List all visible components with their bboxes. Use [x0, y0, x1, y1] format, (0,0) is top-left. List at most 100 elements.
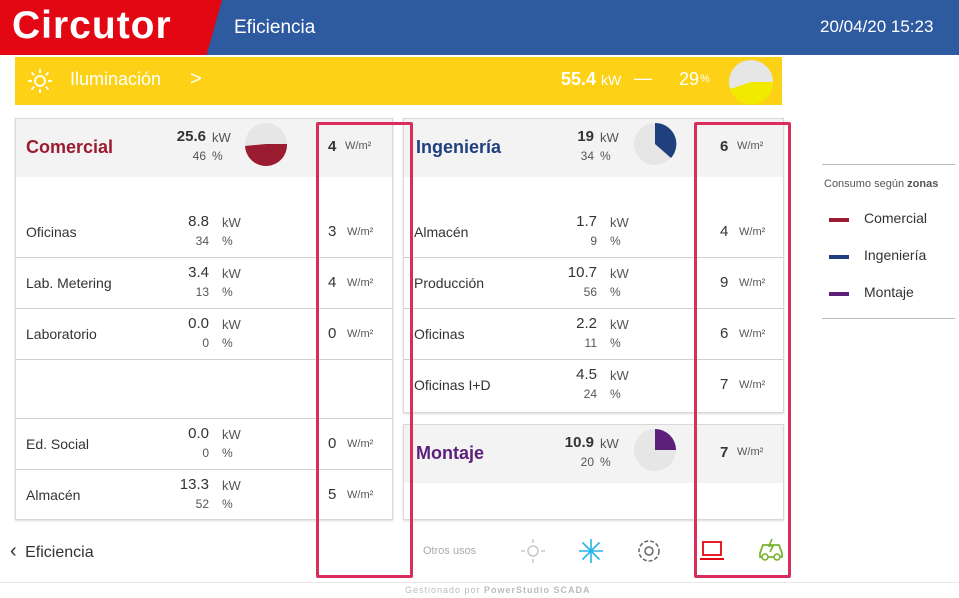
lighting-kw: 55.4 — [561, 69, 597, 89]
assembly-kw-unit: kW — [600, 436, 619, 451]
row-kw: 2.2 — [576, 315, 597, 332]
row-kw-unit: kW — [610, 266, 629, 281]
assembly-pct-unit: % — [600, 455, 611, 469]
laptop-icon[interactable] — [699, 539, 725, 563]
logo-text: Circutor — [12, 4, 172, 47]
lighting-bar[interactable]: Iluminación > 55.4 kW — 29 % — [15, 57, 782, 105]
engineering-pct: 34 — [580, 149, 594, 163]
row-kw-unit: kW — [610, 317, 629, 332]
snowflake-icon[interactable] — [578, 538, 604, 564]
density-highlight-right — [694, 122, 791, 578]
other-uses-label: Otros usos — [423, 545, 477, 557]
row-label: Oficinas — [26, 224, 77, 240]
sun-icon[interactable] — [520, 538, 546, 564]
row-pct: 56 — [583, 285, 597, 299]
row-label: Laboratorio — [26, 326, 97, 342]
row-pct: 11 — [584, 336, 597, 350]
row-label: Almacén — [26, 487, 81, 503]
engineering-pct-unit: % — [600, 149, 611, 163]
commercial-pct-unit: % — [212, 149, 223, 163]
row-pct-unit: % — [222, 336, 233, 350]
commercial-kw: 25.6 — [176, 128, 206, 145]
row-kw: 13.3 — [179, 476, 209, 493]
row-label: Almacén — [414, 224, 469, 240]
row-kw-unit: kW — [610, 215, 629, 230]
sun-icon — [28, 69, 52, 93]
page-title: Eficiencia — [234, 17, 316, 38]
commercial-title: Comercial — [26, 137, 114, 157]
footer-divider — [0, 582, 959, 583]
engineering-kw: 19 — [577, 128, 594, 145]
gear-icon[interactable] — [636, 538, 662, 564]
row-pct: 0 — [202, 336, 209, 350]
row-pct-unit: % — [610, 387, 621, 401]
legend-title: Consumo según zonas — [824, 178, 938, 190]
lighting-dash: — — [634, 68, 652, 88]
row-label: Ed. Social — [26, 436, 90, 452]
row-kw-unit: kW — [222, 478, 241, 493]
assembly-pct: 20 — [580, 455, 594, 469]
row-kw: 4.5 — [576, 366, 597, 383]
ev-charger-icon[interactable] — [757, 537, 785, 563]
assembly-title: Montaje — [416, 443, 485, 463]
lighting-pie — [729, 60, 774, 105]
legend-swatch-engineering — [829, 255, 849, 259]
row-pct: 52 — [195, 497, 209, 511]
row-pct: 24 — [583, 387, 597, 401]
logo: Circutor — [0, 0, 222, 55]
back-button[interactable]: ‹ Eficiencia — [10, 540, 94, 563]
managed-by-text: Gestionado por PowerStudio SCADA — [405, 585, 591, 595]
chevron-left-icon: ‹ — [10, 540, 17, 562]
row-pct: 13 — [195, 285, 209, 299]
engineering-title: Ingeniería — [416, 137, 502, 157]
engineering-kw-unit: kW — [600, 130, 619, 145]
row-pct: 34 — [195, 234, 209, 248]
row-pct-unit: % — [222, 285, 233, 299]
legend-label-commercial: Comercial — [864, 210, 928, 226]
legend-label-assembly: Montaje — [864, 284, 914, 300]
commercial-pie — [245, 123, 288, 166]
lighting-label[interactable]: Iluminación — [70, 69, 161, 90]
density-highlight-left — [316, 122, 413, 578]
row-pct-unit: % — [610, 234, 621, 248]
row-pct-unit: % — [222, 234, 233, 248]
engineering-pie — [634, 122, 677, 165]
lighting-pct: 29 — [679, 69, 700, 89]
back-label: Eficiencia — [25, 544, 94, 561]
assembly-kw: 10.9 — [564, 434, 594, 451]
row-label: Producción — [414, 275, 485, 291]
row-pct-unit: % — [222, 497, 233, 511]
row-pct-unit: % — [610, 285, 621, 299]
row-kw: 0.0 — [188, 425, 209, 442]
row-pct: 9 — [590, 234, 597, 248]
managed-by-prefix: Gestionado por — [405, 585, 485, 595]
row-kw: 10.7 — [567, 264, 597, 281]
row-kw-unit: kW — [610, 368, 629, 383]
row-kw: 3.4 — [188, 264, 209, 281]
row-label: Oficinas I+D — [414, 377, 491, 393]
legend-title-bold: zonas — [907, 178, 939, 190]
row-kw-unit: kW — [222, 215, 241, 230]
datetime: 20/04/20 15:23 — [820, 17, 934, 36]
row-kw: 8.8 — [188, 213, 209, 230]
row-pct: 0 — [202, 446, 209, 460]
assembly-pie — [634, 429, 676, 471]
row-kw: 1.7 — [576, 213, 597, 230]
legend-swatch-commercial — [829, 218, 849, 222]
lighting-pct-unit: % — [700, 73, 710, 85]
legend-top-divider — [822, 164, 955, 165]
row-label: Lab. Metering — [26, 275, 112, 291]
row-pct-unit: % — [610, 336, 621, 350]
commercial-kw-unit: kW — [212, 130, 231, 145]
legend-title-prefix: Consumo según — [824, 178, 908, 190]
row-label: Oficinas — [414, 326, 465, 342]
managed-by-product: PowerStudio SCADA — [484, 585, 591, 595]
row-kw-unit: kW — [222, 317, 241, 332]
chevron-right-icon[interactable]: > — [190, 68, 202, 91]
legend-swatch-assembly — [829, 292, 849, 296]
legend-bottom-divider — [822, 318, 955, 319]
row-kw: 0.0 — [188, 315, 209, 332]
commercial-pct: 46 — [192, 149, 206, 163]
row-kw-unit: kW — [222, 427, 241, 442]
row-kw-unit: kW — [222, 266, 241, 281]
